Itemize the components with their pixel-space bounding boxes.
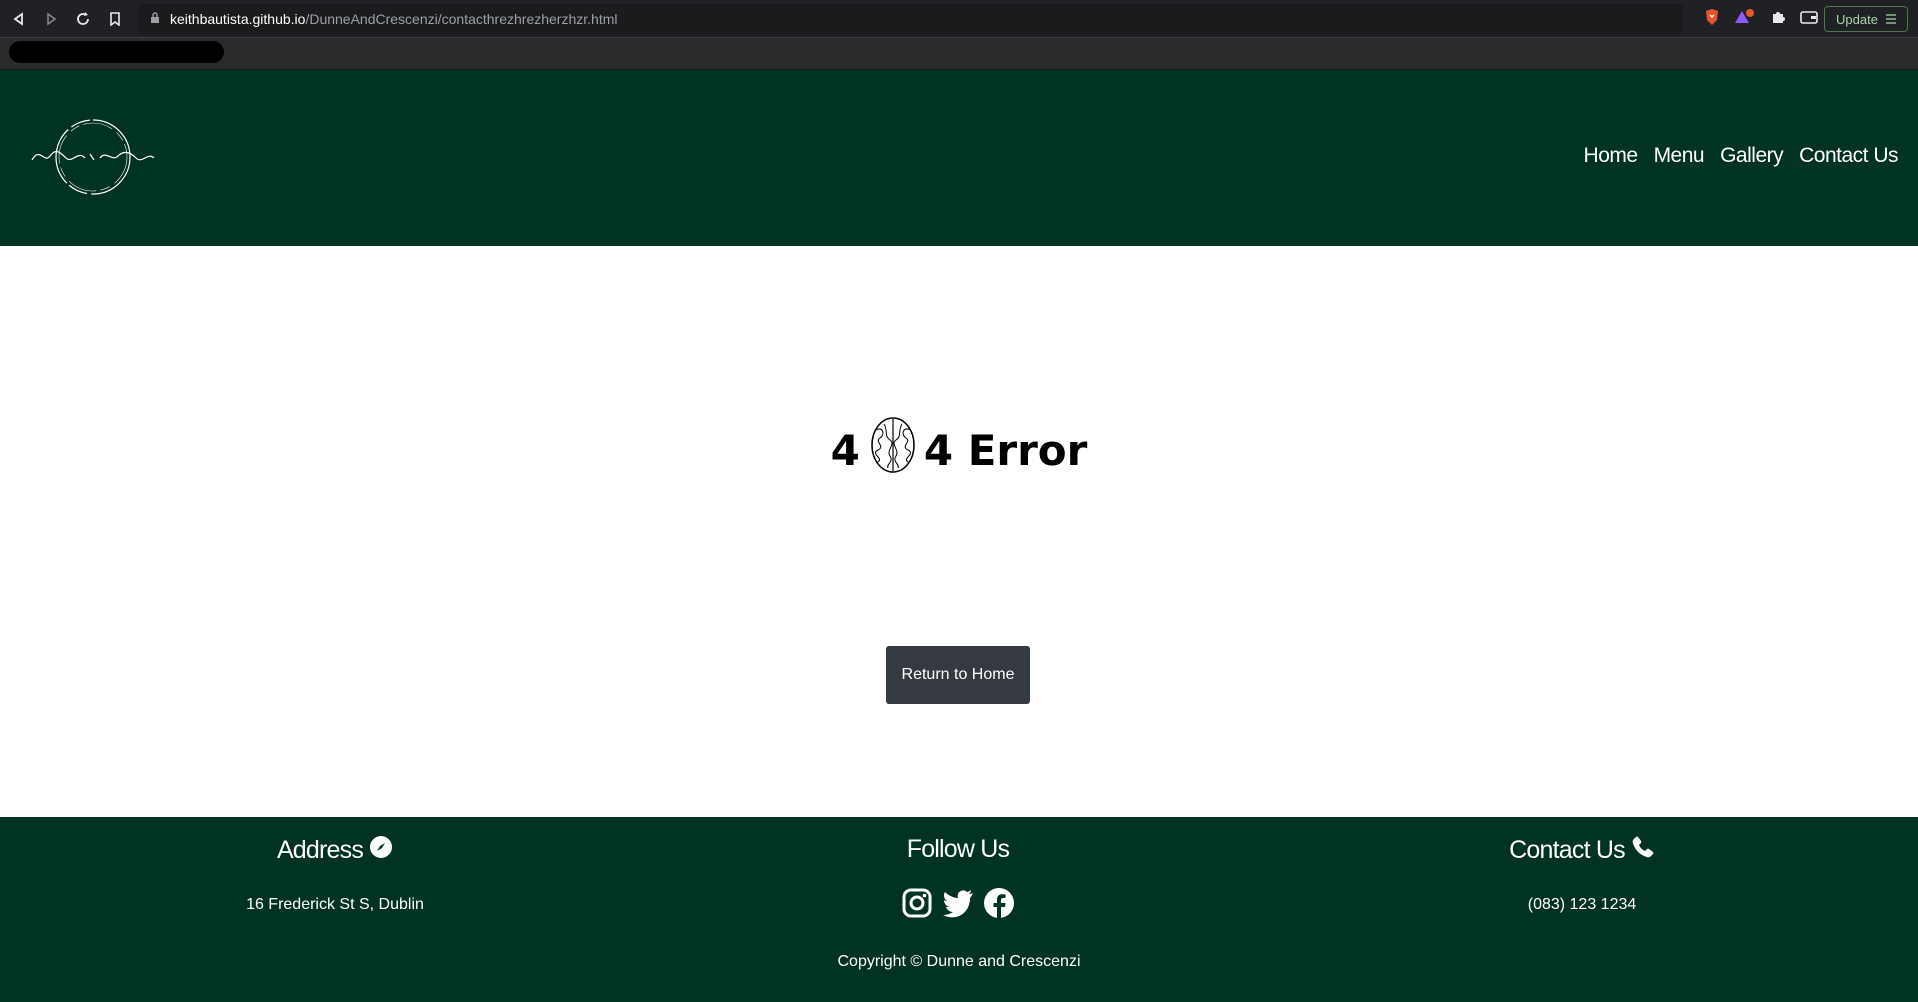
url-path: /DunneAndCrescenzi/contacthrezhrezherzhz…: [305, 11, 618, 27]
footer-follow: Follow Us: [808, 835, 1108, 924]
compass-icon: [369, 835, 393, 866]
wallet-icon[interactable]: [1800, 10, 1818, 29]
forward-icon[interactable]: [40, 8, 62, 30]
copyright-text: Copyright © Dunne and Crescenzi: [837, 953, 1081, 970]
facebook-icon[interactable]: [983, 887, 1015, 924]
nav-home[interactable]: Home: [1584, 144, 1639, 168]
twitter-icon[interactable]: [941, 887, 975, 924]
follow-heading: Follow Us: [906, 835, 1010, 863]
brave-shield-icon[interactable]: [1704, 8, 1720, 31]
lock-icon: [150, 11, 160, 27]
nav-gallery[interactable]: Gallery: [1720, 144, 1784, 168]
nav-contact-us[interactable]: Contact Us: [1799, 144, 1898, 168]
address-heading: Address: [185, 835, 485, 866]
site-header: Home Menu Gallery Contact Us: [0, 70, 1918, 246]
error-heading: 4 4 Error: [0, 416, 1918, 484]
contact-heading: Contact Us: [1432, 835, 1732, 866]
brand-logo[interactable]: [30, 116, 156, 198]
error-text: 4 Error: [923, 425, 1088, 475]
reload-icon[interactable]: [72, 8, 94, 30]
address-bar[interactable]: keithbautista.github.io /DunneAndCrescen…: [138, 4, 1683, 34]
address-text: 16 Frederick St S, Dublin: [246, 896, 424, 913]
footer-contact: Contact Us (083) 123 1234: [1432, 835, 1732, 914]
redacted-bookmark: [9, 41, 224, 63]
brain-icon: [870, 416, 916, 484]
footer-address: Address 16 Frederick St S, Dublin: [185, 835, 485, 914]
main-nav: Home Menu Gallery Contact Us: [1584, 144, 1899, 168]
extensions-icon[interactable]: [1770, 9, 1786, 30]
brave-rewards-icon[interactable]: [1734, 8, 1756, 31]
phone-number: (083) 123 1234: [1527, 896, 1637, 913]
menu-icon: [1885, 12, 1896, 27]
browser-toolbar: keithbautista.github.io /DunneAndCrescen…: [0, 0, 1918, 38]
bookmark-icon[interactable]: [104, 8, 126, 30]
url-host: keithbautista.github.io: [170, 11, 306, 27]
site-footer: Address 16 Frederick St S, Dublin Follow…: [0, 817, 1918, 1002]
back-icon[interactable]: [8, 8, 30, 30]
main-content: 4 4 Error Return to Home: [0, 246, 1918, 817]
phone-icon: [1631, 835, 1655, 866]
instagram-icon[interactable]: [901, 887, 933, 924]
return-home-button[interactable]: Return to Home: [886, 646, 1030, 704]
update-button[interactable]: Update: [1824, 6, 1908, 32]
nav-menu[interactable]: Menu: [1654, 144, 1705, 168]
bookmarks-bar: [0, 38, 1918, 70]
error-digit: 4: [830, 425, 860, 475]
